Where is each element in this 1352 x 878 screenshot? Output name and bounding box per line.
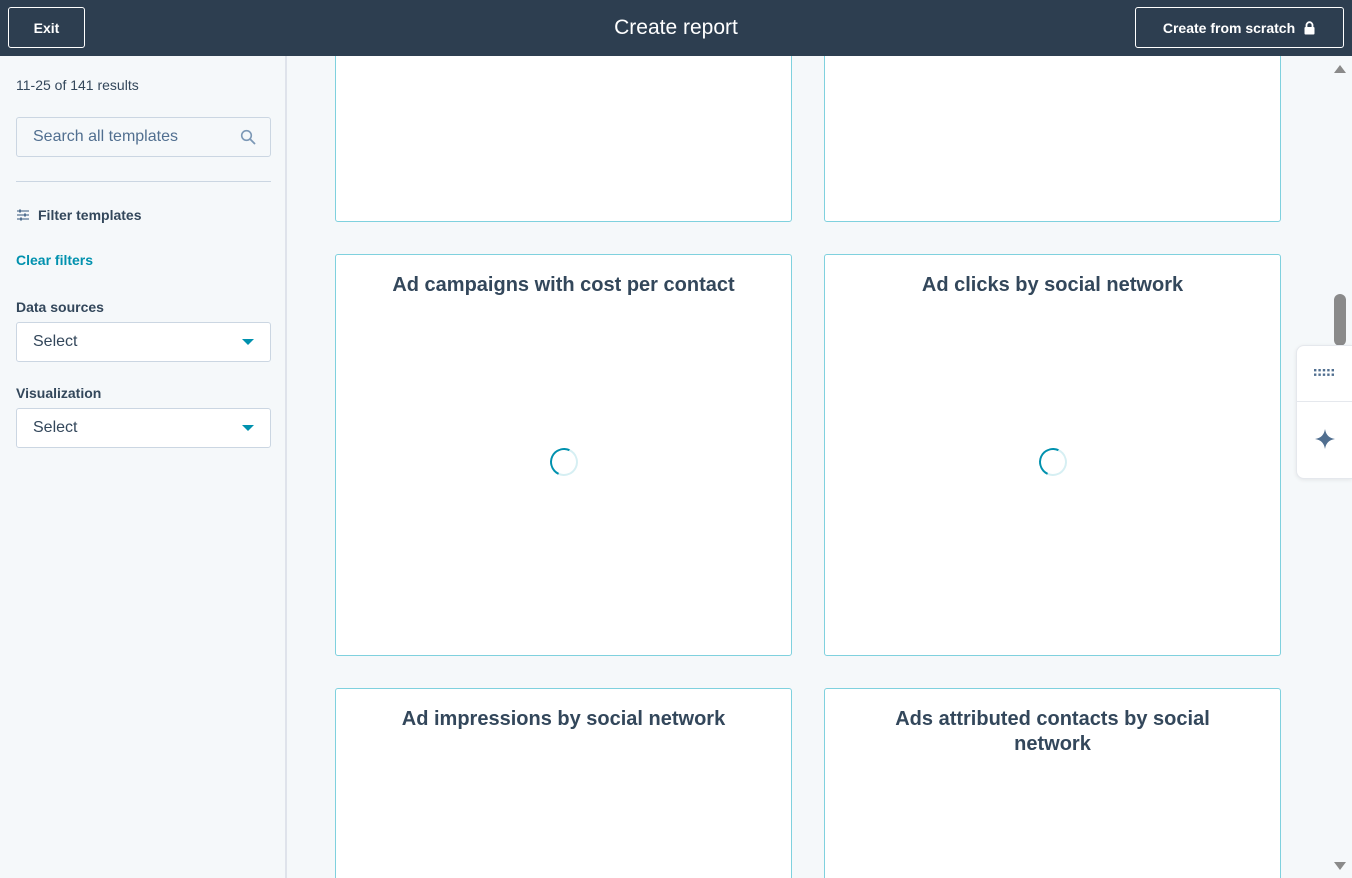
visualization-label: Visualization xyxy=(16,385,102,401)
template-card-title: Ads attributed contacts by social networ… xyxy=(895,708,1210,755)
sidebar-divider xyxy=(16,181,271,182)
template-card-title: Ad campaigns with cost per contact xyxy=(392,274,735,296)
template-grid: Ad campaigns with cost per contact Ad cl… xyxy=(289,56,1329,878)
grid-dots-button[interactable] xyxy=(1297,346,1352,401)
scroll-thumb[interactable] xyxy=(1334,294,1346,346)
visualization-selected-value: Select xyxy=(33,419,78,436)
loading-spinner-icon xyxy=(1034,444,1071,480)
lock-icon xyxy=(1303,20,1316,35)
create-from-scratch-button[interactable]: Create from scratch xyxy=(1135,7,1344,48)
side-widget xyxy=(1296,345,1352,479)
template-card[interactable]: Ads attributed contacts by social networ… xyxy=(824,688,1281,878)
template-card-title: Ad clicks by social network xyxy=(921,274,1184,296)
ai-assistant-button[interactable] xyxy=(1297,402,1352,480)
data-sources-selected-value: Select xyxy=(33,333,78,350)
template-card[interactable] xyxy=(824,56,1281,222)
visualization-select[interactable]: Select xyxy=(16,408,271,448)
filter-sidebar: 11-25 of 141 results Filter templates Cl… xyxy=(0,56,287,878)
data-sources-select[interactable]: Select xyxy=(16,322,271,362)
caret-down-icon xyxy=(242,425,254,431)
filter-templates-label: Filter templates xyxy=(38,207,142,223)
template-card[interactable] xyxy=(335,56,792,222)
scroll-down-arrow-icon[interactable] xyxy=(1334,862,1346,870)
caret-down-icon xyxy=(242,339,254,345)
sparkle-icon xyxy=(1315,428,1335,454)
template-card[interactable]: Ad campaigns with cost per contact xyxy=(335,254,792,656)
exit-button[interactable]: Exit xyxy=(8,7,85,48)
template-card[interactable]: Ad clicks by social network xyxy=(824,254,1281,656)
search-input[interactable] xyxy=(17,118,240,156)
sliders-icon xyxy=(16,208,30,222)
search-icon[interactable] xyxy=(240,129,256,145)
filter-templates-heading: Filter templates xyxy=(16,207,141,223)
grid-dots-icon xyxy=(1314,365,1336,383)
scroll-up-arrow-icon[interactable] xyxy=(1334,65,1346,73)
create-from-scratch-label: Create from scratch xyxy=(1162,19,1296,36)
template-card[interactable]: Ad impressions by social network xyxy=(335,688,792,878)
top-bar: Exit Create report Create from scratch xyxy=(0,0,1352,56)
results-count: 11-25 of 141 results xyxy=(16,77,139,93)
clear-filters-link[interactable]: Clear filters xyxy=(16,252,93,268)
loading-spinner-icon xyxy=(545,444,582,480)
data-sources-label: Data sources xyxy=(16,299,104,315)
search-box xyxy=(16,117,271,157)
template-card-title: Ad impressions by social network xyxy=(401,708,726,730)
